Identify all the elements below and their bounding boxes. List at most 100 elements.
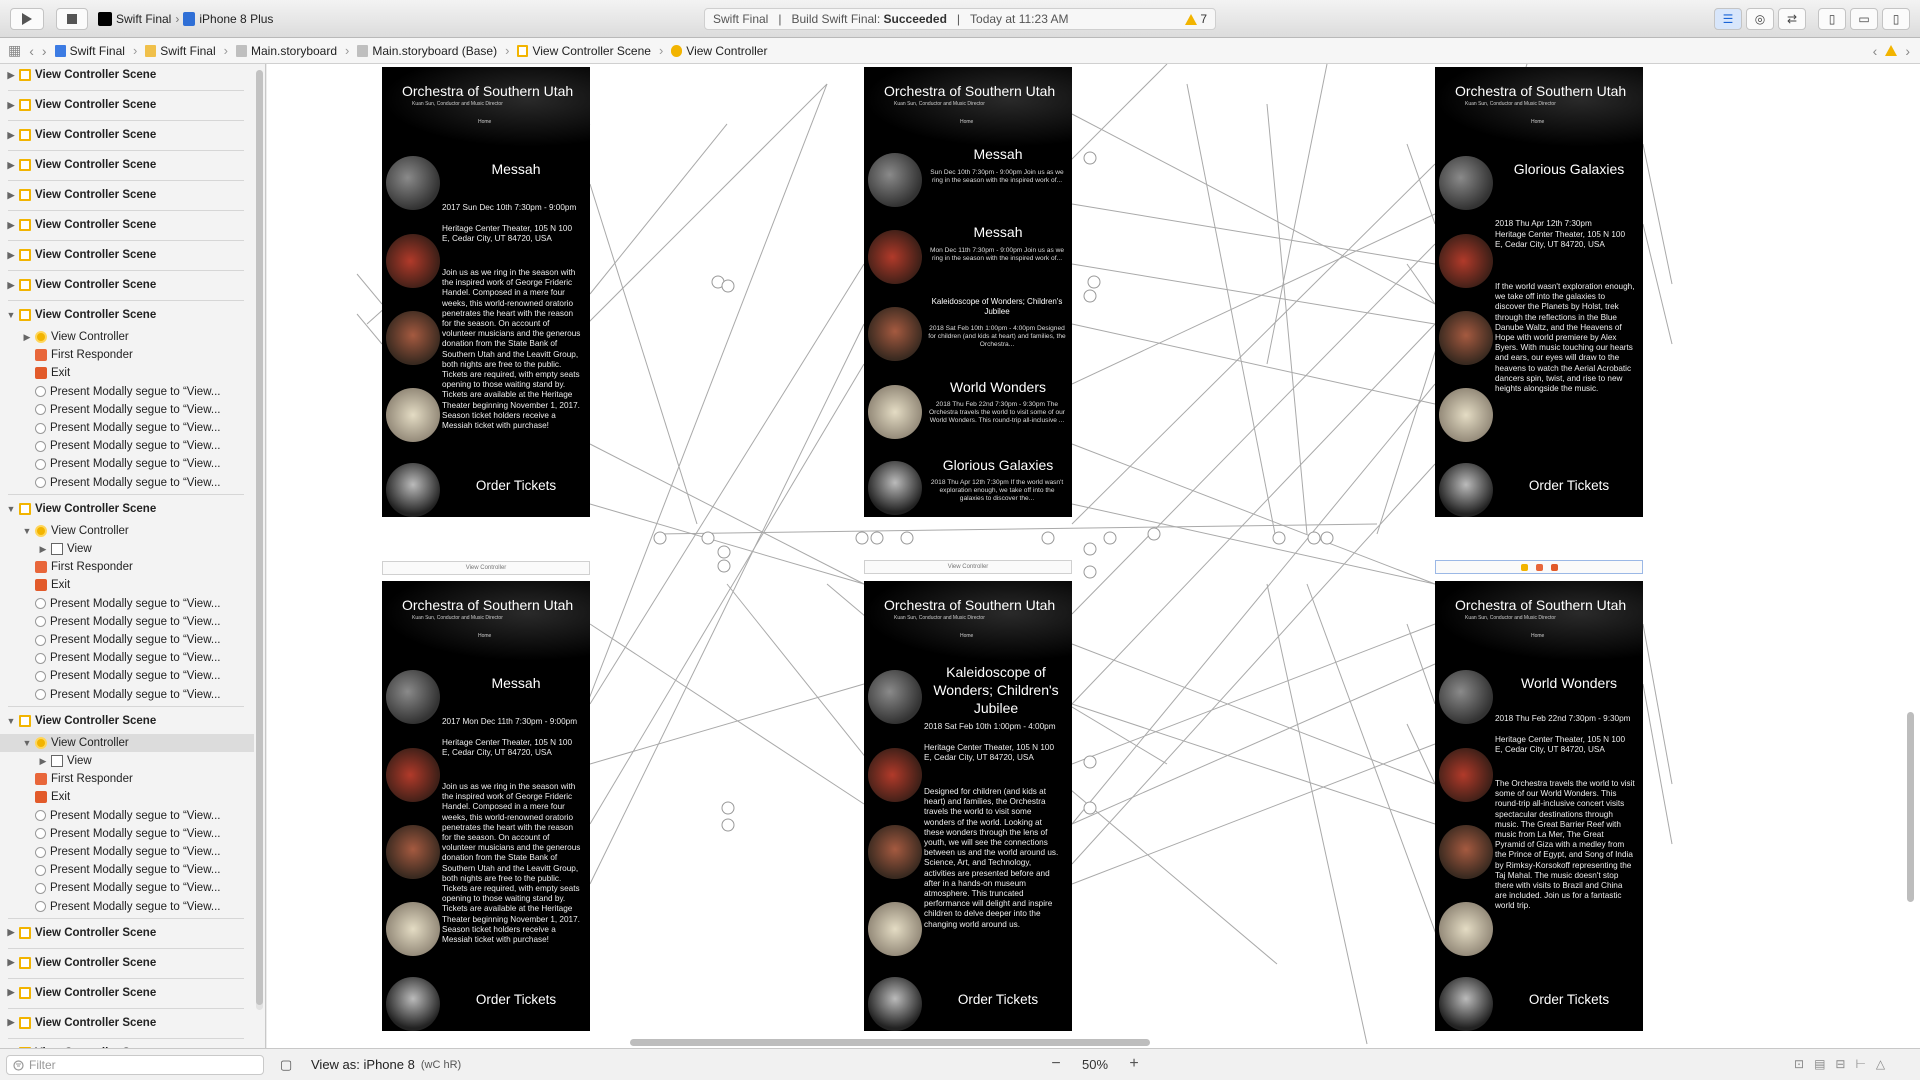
segue-node-icon[interactable] [1320,531,1334,545]
segue-node-icon[interactable] [1083,755,1097,769]
segue-node-icon[interactable] [870,531,884,545]
order-tickets-button[interactable]: Order Tickets [1495,478,1643,493]
segue-node-icon[interactable] [1307,531,1321,545]
view-controller-scene-messah-mon[interactable]: Orchestra of Southern Utah Kuan Sun, Con… [382,581,590,1031]
outline-scene-row[interactable]: ▶ View Controller Scene [0,216,156,234]
outline-scene-row[interactable]: ▶ View Controller Scene [0,126,156,144]
outline-first-responder-row[interactable]: First Responder [0,558,133,576]
align-icon[interactable]: ⊟ [1835,1057,1845,1071]
outline-segue-row[interactable]: Present Modally segue to “View... [0,807,220,825]
segue-node-icon[interactable] [717,559,731,573]
segue-line[interactable] [1306,583,1448,965]
disclosure-collapsed-icon[interactable]: ▶ [6,190,16,201]
order-tickets-button[interactable]: Order Tickets [1495,992,1643,1007]
outline-scene-row[interactable]: ▶ View Controller Scene [0,984,156,1002]
outline-view-row[interactable]: ▶ View [0,752,92,770]
disclosure-collapsed-icon[interactable]: ▶ [38,756,48,767]
segue-line[interactable] [589,183,698,525]
home-link[interactable]: Home [1531,119,1544,125]
segue-node-icon[interactable] [1083,289,1097,303]
previous-issue-icon[interactable]: ‹ [1873,43,1878,59]
segue-node-icon[interactable] [1147,527,1161,541]
disclosure-collapsed-icon[interactable]: ▶ [6,987,16,998]
warning-indicator[interactable]: 7 [1185,12,1207,26]
segue-node-icon[interactable] [1272,531,1286,545]
outline-segue-row[interactable]: Present Modally segue to “View... [0,613,220,631]
disclosure-collapsed-icon[interactable]: ▶ [38,544,48,555]
pin-icon[interactable]: ⊢ [1855,1057,1865,1071]
outline-scene-row[interactable]: ▶ View Controller Scene [0,66,156,84]
home-link[interactable]: Home [960,119,973,125]
segue-line[interactable] [589,263,865,705]
run-button[interactable] [10,8,44,30]
segue-line[interactable] [589,683,865,765]
outline-scene-row[interactable]: ▶ View Controller Scene [0,156,156,174]
segue-line[interactable] [1071,263,1436,325]
outline-segue-row[interactable]: Present Modally segue to “View... [0,843,220,861]
home-link[interactable]: Home [478,119,491,125]
segue-line[interactable] [1642,223,1673,345]
outline-scene-row[interactable]: ▼ View Controller Scene [0,500,156,518]
breadcrumb-base[interactable]: Main.storyboard (Base) [357,44,497,58]
segue-node-icon[interactable] [701,531,715,545]
zoom-level[interactable]: 50% [1082,1057,1108,1072]
segue-node-icon[interactable] [855,531,869,545]
outline-toggle-icon[interactable]: ▢ [280,1057,292,1073]
view-controller-icon[interactable] [1520,563,1528,571]
assistant-editor-button[interactable]: ◎ [1746,8,1774,30]
segue-line[interactable] [1071,113,1436,305]
segue-line[interactable] [589,363,865,825]
outline-segue-row[interactable]: Present Modally segue to “View... [0,401,220,419]
outline-filter-field[interactable]: Filter [6,1055,264,1075]
outline-scrollbar[interactable] [256,70,263,1010]
order-tickets-button[interactable]: Order Tickets [924,992,1072,1007]
resolve-issues-icon[interactable]: △ [1876,1057,1885,1071]
outline-exit-row[interactable]: Exit [0,576,70,594]
segue-node-icon[interactable] [1087,275,1101,289]
next-issue-icon[interactable]: › [1905,43,1910,59]
disclosure-collapsed-icon[interactable]: ▶ [6,280,16,291]
breadcrumb-view-controller[interactable]: View Controller [671,44,767,58]
outline-segue-row[interactable]: Present Modally segue to “View... [0,686,220,704]
segue-node-icon[interactable] [717,545,731,559]
segue-line[interactable] [1186,83,1278,545]
disclosure-expanded-icon[interactable]: ▼ [6,716,16,726]
outline-exit-row[interactable]: Exit [0,788,70,806]
segue-node-icon[interactable] [721,818,735,832]
segue-node-icon[interactable] [900,531,914,545]
storyboard-canvas[interactable]: Orchestra of Southern Utah Kuan Sun, Con… [267,64,1920,1048]
outline-scene-row[interactable]: ▼ View Controller Scene [0,306,156,324]
grid-icon[interactable]: ▦ [8,42,21,59]
outline-segue-row[interactable]: Present Modally segue to “View... [0,879,220,897]
outline-view-controller-row[interactable]: ▶ View Controller [0,328,129,346]
debug-toggle-button[interactable]: ▭ [1850,8,1878,30]
segue-line[interactable] [1406,263,1436,305]
segue-node-icon[interactable] [721,801,735,815]
outline-scene-row[interactable]: ▶ View Controller Scene [0,246,156,264]
breadcrumb-group[interactable]: Swift Final [145,44,216,58]
outline-segue-row[interactable]: Present Modally segue to “View... [0,667,220,685]
segue-line[interactable] [1266,103,1308,535]
forward-arrow-icon[interactable]: › [42,43,47,59]
utilities-toggle-button[interactable]: ▯ [1882,8,1910,30]
standard-editor-button[interactable]: ☰ [1714,8,1742,30]
segue-node-icon[interactable] [1083,801,1097,815]
segue-node-icon[interactable] [1041,531,1055,545]
outline-scene-row[interactable]: ▶ View Controller Scene [0,186,156,204]
disclosure-expanded-icon[interactable]: ▼ [6,504,16,514]
breadcrumb-project[interactable]: Swift Final [54,44,125,58]
zoom-out-button[interactable]: − [1046,1055,1066,1073]
zoom-in-button[interactable]: + [1124,1055,1144,1073]
embed-stack-icon[interactable]: ▤ [1814,1057,1825,1071]
outline-scene-row[interactable]: ▶ View Controller Scene [0,954,156,972]
segue-line[interactable] [589,503,865,585]
outline-scene-row[interactable]: ▶ View Controller Scene [0,276,156,294]
scene-dock-label[interactable]: View Controller [864,560,1072,574]
view-controller-scene-kaleidoscope[interactable]: Orchestra of Southern Utah Kuan Sun, Con… [864,581,1072,1031]
disclosure-collapsed-icon[interactable]: ▶ [6,957,16,968]
segue-node-icon[interactable] [653,531,667,545]
scene-dock-label[interactable]: View Controller [382,561,590,575]
home-link[interactable]: Home [960,633,973,639]
segue-line[interactable] [1071,463,1436,865]
segue-line[interactable] [1071,163,1436,525]
